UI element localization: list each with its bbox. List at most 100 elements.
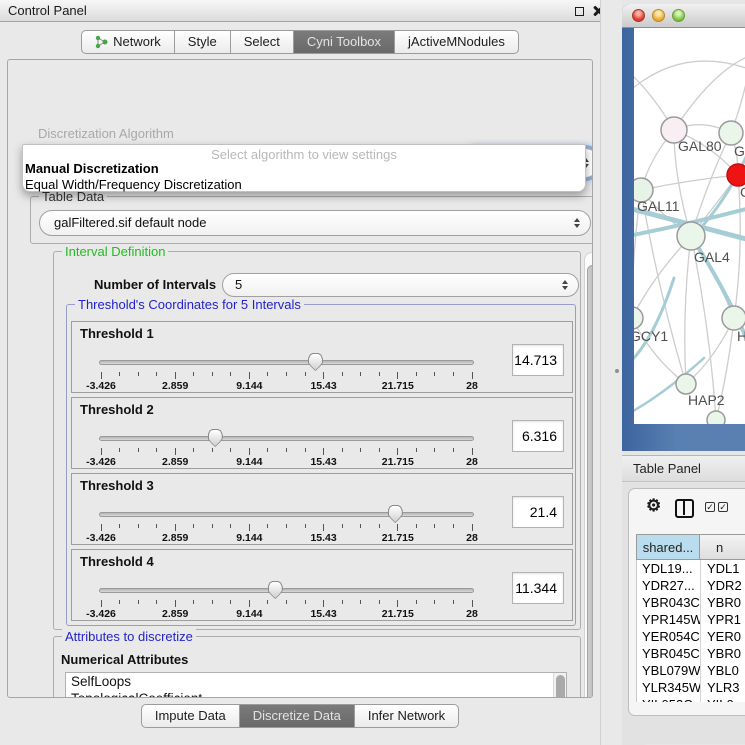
slider-tick (193, 600, 194, 604)
slider-tick (267, 372, 268, 376)
table-panel: ⚙ ✓ ✓ shared... n YDL19...YDL1YDR27...YD… (628, 488, 745, 716)
algorithm-option-equal-width[interactable]: Equal Width/Frequency Discretization (25, 177, 242, 192)
settings-scrollbar-thumb[interactable] (587, 265, 593, 698)
slider-scale-label: -3.426 (86, 380, 116, 392)
combo-stepper-icon (574, 218, 580, 228)
network-icon (95, 35, 108, 49)
slider-track[interactable] (99, 436, 474, 441)
numerical-attributes-list[interactable]: SelfLoopsTopologicalCoefficientBetweenne… (65, 672, 567, 698)
table-row[interactable]: YBR043CYBR0 (637, 594, 745, 611)
tab-label-jactivemnodules: jActiveMNodules (408, 31, 505, 53)
network-edge[interactable] (634, 61, 745, 94)
gear-icon[interactable]: ⚙ (646, 496, 661, 516)
attribute-item-topologicalcoefficient[interactable]: TopologicalCoefficient (66, 690, 566, 698)
slider-tick (323, 600, 324, 607)
panel-splitter[interactable] (600, 0, 622, 745)
threshold-value-field-2[interactable]: 6.316 (512, 420, 564, 452)
settings-scrollbar[interactable] (584, 252, 593, 698)
cell-shared-name: YBR045C (637, 645, 701, 662)
network-canvas[interactable]: GAL80GACGAL11GAL4GCY1HHAP2 (634, 28, 745, 424)
network-node-gal4[interactable] (677, 222, 705, 250)
threshold-label-4: Threshold 4 (80, 554, 154, 569)
slider-track[interactable] (99, 360, 474, 365)
slider-scale-label: -3.426 (86, 608, 116, 620)
slider-tick (323, 372, 324, 379)
slider-scale-label: 21.715 (382, 532, 414, 544)
tab-discretize-data[interactable]: Discretize Data (240, 704, 355, 728)
network-edge[interactable] (674, 56, 745, 130)
column-header-shared-name[interactable]: shared... (636, 534, 700, 560)
threshold-value-field-1[interactable]: 14.713 (512, 344, 564, 376)
slider-tick (138, 372, 139, 376)
float-window-icon[interactable] (575, 7, 584, 16)
attribute-item-selfloops[interactable]: SelfLoops (66, 673, 566, 690)
cell-shared-name: YDR27... (637, 577, 701, 594)
slider-tick (101, 524, 102, 531)
slider-thumb[interactable] (308, 353, 323, 371)
table-data-combobox[interactable]: galFiltered.sif default node (39, 210, 591, 236)
zoom-light-icon[interactable] (672, 9, 685, 22)
minimize-light-icon[interactable] (652, 9, 665, 22)
slider-track[interactable] (99, 588, 474, 593)
threshold-panel-3: Threshold 3-3.4262.8599.14415.4321.71528… (71, 473, 573, 545)
slider-tick (453, 600, 454, 604)
slider-track[interactable] (99, 512, 474, 517)
cell-name: YDL1 (701, 560, 740, 577)
table-row[interactable]: YIL052CYIL0 (637, 696, 745, 702)
cell-name: YIL0 (701, 696, 734, 702)
checkbox-pair-icon[interactable]: ✓ ✓ (705, 502, 728, 512)
slider-tick (305, 600, 306, 604)
slider-tick (397, 448, 398, 455)
table-row[interactable]: YDR27...YDR2 (637, 577, 745, 594)
tab-select[interactable]: Select (231, 30, 294, 54)
table-row[interactable]: YBL079WYBL0 (637, 662, 745, 679)
table-row[interactable]: YBR045CYBR0 (637, 645, 745, 662)
slider-thumb[interactable] (388, 505, 403, 523)
table-row[interactable]: YER054CYER0 (637, 628, 745, 645)
split-view-icon[interactable] (675, 499, 694, 518)
network-node-unlabeled[interactable] (707, 411, 725, 424)
slider-tick (305, 448, 306, 452)
slider-tick (212, 524, 213, 528)
tab-network[interactable]: Network (81, 30, 175, 54)
slider-tick (323, 524, 324, 531)
network-node-h[interactable] (722, 306, 745, 330)
column-header-name[interactable]: n (700, 534, 745, 560)
tab-style[interactable]: Style (175, 30, 231, 54)
table-row[interactable]: YDL19...YDL1 (637, 560, 745, 577)
threshold-value-field-4[interactable]: 11.344 (512, 572, 564, 604)
table-row[interactable]: YPR145WYPR1 (637, 611, 745, 628)
network-node-hap2[interactable] (676, 374, 696, 394)
slider-tick (267, 448, 268, 452)
network-node-c[interactable] (727, 164, 745, 186)
algorithm-option-manual[interactable]: Manual Discretization (25, 161, 159, 176)
network-edge[interactable] (685, 236, 691, 384)
tab-label-infer-network: Infer Network (368, 705, 445, 727)
threshold-panel-1: Threshold 1-3.4262.8599.14415.4321.71528… (71, 321, 573, 393)
close-light-icon[interactable] (632, 9, 645, 22)
tab-jactivemnodules[interactable]: jActiveMNodules (395, 30, 519, 54)
slider-thumb[interactable] (208, 429, 223, 447)
column-divider (700, 560, 701, 702)
tab-cyni-toolbox[interactable]: Cyni Toolbox (294, 30, 395, 54)
slider-tick (379, 524, 380, 528)
slider-tick (101, 372, 102, 379)
slider-tick (434, 448, 435, 452)
tab-infer-network[interactable]: Infer Network (355, 704, 459, 728)
network-node-label: GAL4 (694, 249, 730, 265)
threshold-value-field-3[interactable]: 21.4 (512, 496, 564, 528)
network-node-ga[interactable] (719, 121, 743, 145)
tab-impute-data[interactable]: Impute Data (141, 704, 240, 728)
table-row[interactable]: YLR345WYLR3 (637, 679, 745, 696)
network-node-gcy1[interactable] (634, 307, 643, 329)
slider-tick (193, 524, 194, 528)
slider-thumb[interactable] (268, 581, 283, 599)
slider-tick (212, 372, 213, 376)
number-of-intervals-combobox[interactable]: 5 (222, 273, 579, 297)
list-scrollbar[interactable] (553, 673, 566, 698)
node-table: shared... n YDL19...YDL1YDR27...YDR2YBR0… (636, 534, 745, 715)
network-edge[interactable] (641, 175, 738, 190)
slider-scale-label: 9.144 (236, 456, 262, 468)
slider-tick (379, 600, 380, 604)
slider-scale-label: 15.43 (310, 608, 336, 620)
